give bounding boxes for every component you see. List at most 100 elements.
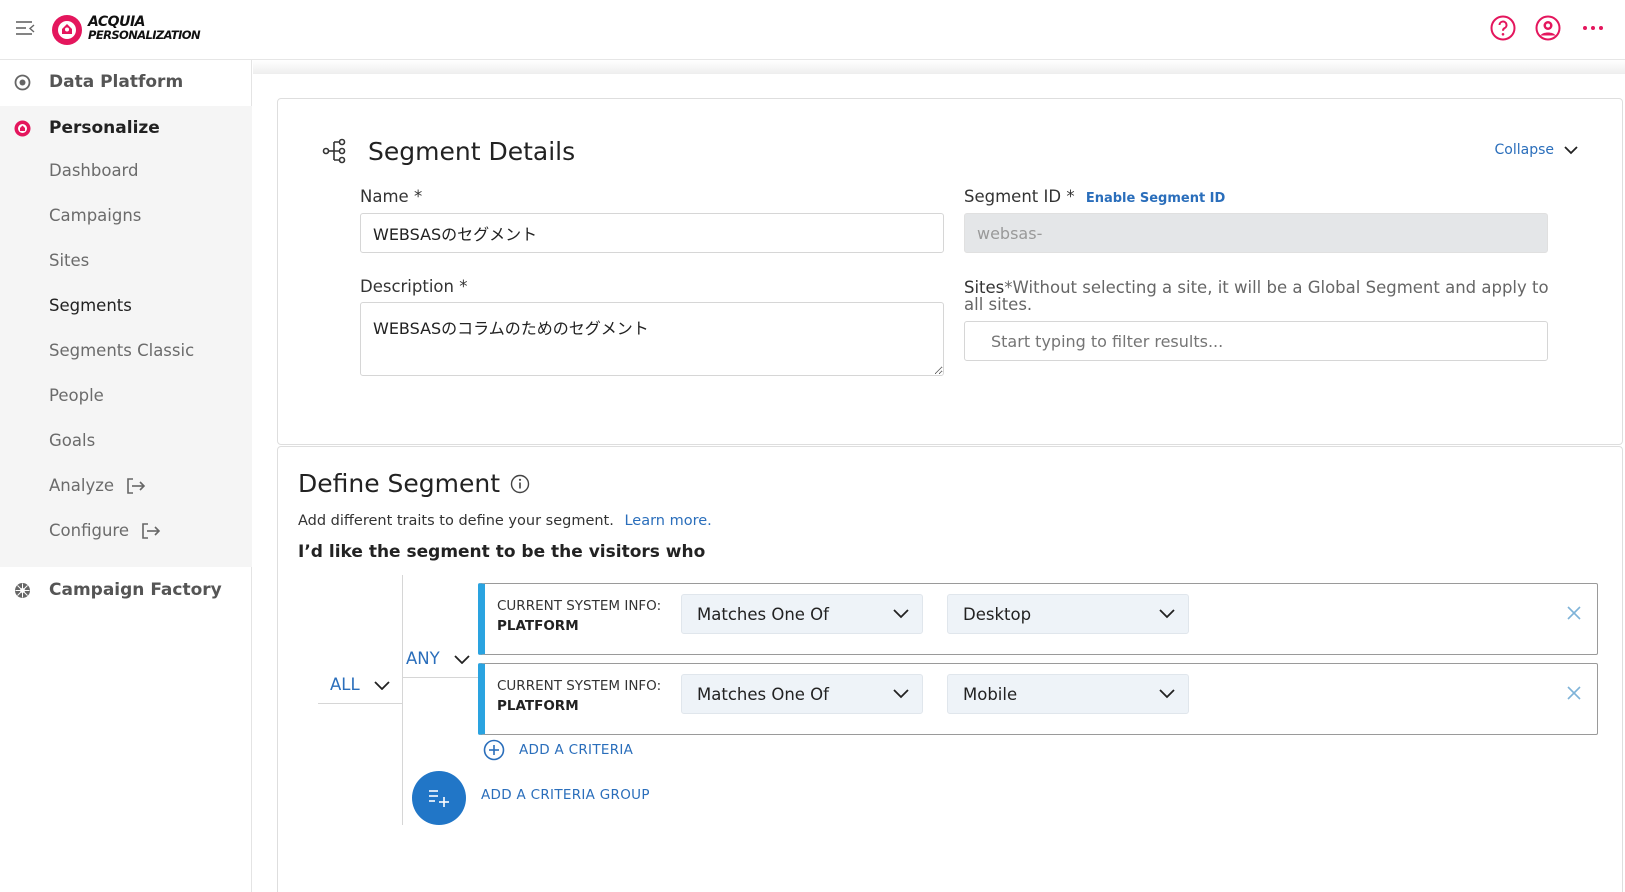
sidebar: Data Platform Personalize Dashboard Camp…	[0, 60, 252, 892]
sidebar-item-goals[interactable]: Goals	[49, 431, 95, 450]
data-platform-icon	[14, 74, 31, 91]
segment-details-card: Segment Details Collapse Name * Segment …	[277, 98, 1623, 445]
sidebar-item-segments[interactable]: Segments	[49, 296, 132, 315]
define-segment-description-text: Add different traits to define your segm…	[298, 513, 614, 529]
top-shadow-stripe	[253, 60, 1625, 74]
criteria-row: CURRENT SYSTEM INFO: PLATFORM Matches On…	[478, 583, 1598, 655]
sidebar-label-configure: Configure	[49, 521, 129, 540]
campaign-factory-icon	[15, 583, 30, 598]
chevron-down-icon	[1564, 146, 1578, 155]
name-label-text: Name	[360, 187, 409, 206]
sidebar-label-personalize: Personalize	[49, 118, 160, 138]
add-list-icon	[429, 790, 449, 807]
sidebar-item-analyze[interactable]: Analyze	[49, 476, 146, 495]
define-segment-title: Define Segment	[298, 469, 530, 498]
operator-value: Matches One Of	[697, 684, 829, 704]
sidebar-item-sites[interactable]: Sites	[49, 251, 89, 270]
description-label: Description *	[360, 277, 467, 296]
remove-criteria-icon[interactable]	[1565, 604, 1583, 622]
personalize-icon	[14, 120, 31, 137]
segment-id-label: Segment ID * Enable Segment ID	[964, 187, 1225, 206]
sites-filter-input[interactable]	[964, 321, 1548, 361]
info-icon[interactable]	[510, 474, 530, 494]
add-criteria-group-fab[interactable]	[412, 771, 466, 825]
menu-collapse-icon[interactable]	[14, 17, 36, 39]
sidebar-item-people[interactable]: People	[49, 386, 104, 405]
sidebar-label-campaign-factory: Campaign Factory	[49, 580, 222, 600]
segment-id-label-text: Segment ID	[964, 187, 1062, 206]
sidebar-label-analyze: Analyze	[49, 476, 115, 495]
top-bar: ACQUIA PERSONALIZATION	[0, 0, 1625, 60]
define-segment-description: Add different traits to define your segm…	[298, 513, 712, 529]
more-options-icon[interactable]	[1579, 14, 1607, 42]
main-content: Segment Details Collapse Name * Segment …	[253, 60, 1625, 892]
criteria-type: CURRENT SYSTEM INFO: PLATFORM	[497, 596, 661, 636]
sites-hint: Without selecting a site, it will be a G…	[964, 278, 1549, 314]
tree-connector-vertical	[402, 575, 403, 825]
description-textarea[interactable]: WEBSASのコラムのためのセグメント	[360, 302, 944, 376]
tree-connector-any	[402, 677, 478, 678]
add-criteria-label: ADD A CRITERIA	[519, 742, 634, 758]
value-selected: Mobile	[963, 684, 1018, 704]
sidebar-label-data-platform: Data Platform	[49, 72, 184, 92]
external-link-icon	[142, 522, 161, 539]
personalize-section: Personalize Dashboard Campaigns Sites Se…	[0, 106, 252, 567]
sidebar-item-data-platform[interactable]: Data Platform	[0, 60, 252, 104]
collapse-toggle[interactable]: Collapse	[1495, 142, 1579, 158]
help-icon[interactable]	[1489, 14, 1517, 42]
add-criteria-group-link[interactable]: ADD A CRITERIA GROUP	[481, 787, 650, 803]
define-segment-card: Define Segment Add different traits to d…	[277, 446, 1623, 892]
segment-lead-text: I’d like the segment to be the visitors …	[298, 542, 706, 562]
learn-more-link[interactable]: Learn more.	[624, 513, 711, 529]
criteria-row: CURRENT SYSTEM INFO: PLATFORM Matches On…	[478, 663, 1598, 735]
operator-select[interactable]: Matches One Of	[681, 594, 923, 634]
sites-label: Sites*Without selecting a site, it will …	[964, 279, 1554, 313]
define-segment-title-text: Define Segment	[298, 469, 501, 498]
segment-details-title: Segment Details	[368, 137, 576, 166]
value-select[interactable]: Mobile	[947, 674, 1189, 714]
remove-criteria-icon[interactable]	[1565, 684, 1583, 702]
sidebar-item-dashboard[interactable]: Dashboard	[49, 161, 139, 180]
operator-value: Matches One Of	[697, 604, 829, 624]
any-all-dropdown[interactable]: ANY	[406, 649, 470, 668]
logo-wordmark: ACQUIA PERSONALIZATION	[88, 15, 201, 42]
all-label: ALL	[330, 675, 360, 694]
collapse-label: Collapse	[1494, 142, 1555, 158]
any-label: ANY	[406, 649, 440, 668]
name-input[interactable]	[360, 213, 944, 253]
criteria-type-category: CURRENT SYSTEM INFO:	[497, 598, 662, 614]
chevron-down-icon	[1159, 609, 1175, 619]
chevron-down-icon	[454, 654, 470, 664]
acquia-logo-icon	[52, 15, 82, 45]
enable-segment-id-link[interactable]: Enable Segment ID	[1086, 191, 1225, 206]
sidebar-item-campaign-factory[interactable]: Campaign Factory	[0, 568, 252, 612]
segment-tree-icon	[322, 138, 346, 164]
tree-connector-all	[318, 703, 402, 704]
name-label: Name *	[360, 187, 422, 206]
chevron-down-icon	[893, 689, 909, 699]
chevron-down-icon	[893, 609, 909, 619]
sidebar-item-segments-classic[interactable]: Segments Classic	[49, 341, 194, 360]
criteria-type-name: PLATFORM	[497, 698, 579, 714]
criteria-type-category: CURRENT SYSTEM INFO:	[497, 678, 662, 694]
value-select[interactable]: Desktop	[947, 594, 1189, 634]
operator-select[interactable]: Matches One Of	[681, 674, 923, 714]
required-mark: *	[1066, 187, 1075, 206]
add-criteria-button[interactable]: ADD A CRITERIA	[483, 739, 633, 761]
add-circle-icon	[483, 739, 505, 761]
all-any-dropdown[interactable]: ALL	[330, 675, 390, 694]
segment-id-input	[964, 213, 1548, 253]
sidebar-item-personalize[interactable]: Personalize	[0, 106, 252, 150]
sidebar-item-campaigns[interactable]: Campaigns	[49, 206, 141, 225]
description-label-text: Description	[360, 277, 454, 296]
criteria-type-name: PLATFORM	[497, 618, 579, 634]
user-avatar-icon[interactable]	[1534, 14, 1562, 42]
required-mark: *	[459, 277, 468, 296]
criteria-type: CURRENT SYSTEM INFO: PLATFORM	[497, 676, 661, 716]
external-link-icon	[127, 477, 146, 494]
chevron-down-icon	[374, 680, 390, 690]
sidebar-item-configure[interactable]: Configure	[49, 521, 161, 540]
logo-line2: PERSONALIZATION	[88, 28, 201, 42]
chevron-down-icon	[1159, 689, 1175, 699]
acquia-logo[interactable]: ACQUIA PERSONALIZATION	[51, 9, 211, 49]
